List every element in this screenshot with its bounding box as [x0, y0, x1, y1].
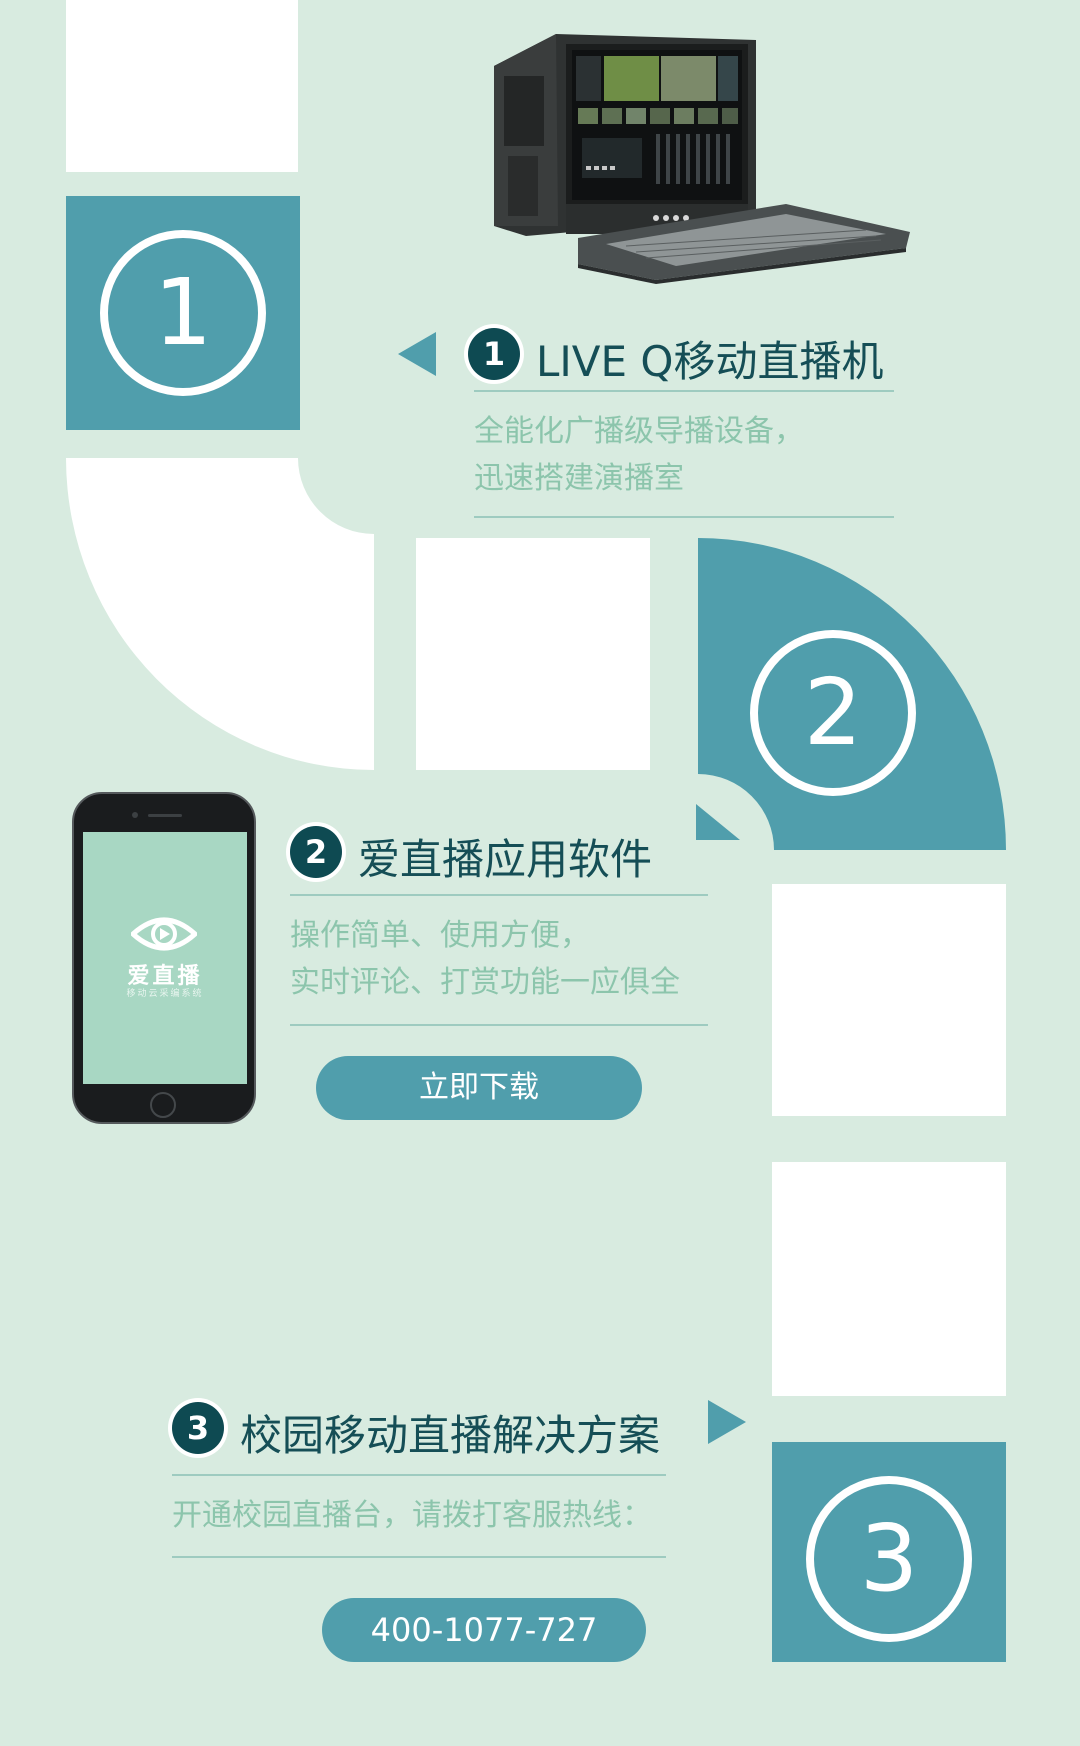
step3-title: 校园移动直播解决方案 — [240, 1411, 661, 1460]
tile-step1-marker: 1 — [66, 196, 300, 430]
tile-top-left — [66, 0, 298, 172]
step1-arrow-left-icon — [398, 332, 436, 376]
phone-mockup: 爱直播 移动云采编系统 — [72, 792, 256, 1124]
phone-home-button — [150, 1092, 176, 1118]
quarter-ring-decoration — [66, 458, 374, 770]
app-tagline: 移动云采编系统 — [126, 989, 204, 999]
step2-rule-bottom — [290, 1024, 708, 1026]
step3-rule-bottom — [172, 1556, 666, 1558]
step1-badge: 1 — [468, 328, 520, 380]
phone-screen: 爱直播 移动云采编系统 — [83, 832, 247, 1084]
live-q-device-image — [494, 34, 910, 284]
tile-step3-marker: 3 — [772, 1442, 1006, 1662]
step1-big-number: 1 — [100, 230, 266, 396]
step1-rule-bottom — [474, 516, 894, 518]
tile-right-2 — [772, 1162, 1006, 1396]
download-button[interactable]: 立即下载 — [316, 1056, 642, 1120]
tile-right-1 — [772, 884, 1006, 1116]
step1-title: LIVE Q移动直播机 — [536, 337, 884, 386]
step3-desc: 开通校园直播台，请拨打客服热线： — [172, 1498, 652, 1533]
step2-desc-line1: 操作简单、使用方便， — [290, 918, 590, 953]
tile-center — [416, 538, 650, 770]
step3-rule-top — [172, 1474, 666, 1476]
step2-badge: 2 — [290, 826, 342, 878]
step1-rule-top — [474, 390, 894, 392]
hotline-button[interactable]: 400-1077-727 — [322, 1598, 646, 1662]
step2-title: 爱直播应用软件 — [358, 835, 653, 884]
step3-arrow-right-icon — [708, 1400, 746, 1444]
step3-big-number: 3 — [806, 1476, 972, 1642]
step2-desc-line2: 实时评论、打赏功能一应俱全 — [290, 965, 680, 1000]
phone-camera — [132, 812, 138, 818]
step1-desc-line1: 全能化广播级导播设备， — [474, 414, 804, 449]
step1-desc-line2: 迅速搭建演播室 — [474, 461, 684, 496]
step2-big-number: 2 — [750, 630, 916, 796]
step3-badge: 3 — [172, 1402, 224, 1454]
phone-speaker — [148, 814, 182, 817]
eye-play-icon — [131, 917, 197, 951]
step2-rule-top — [290, 894, 708, 896]
step2-arrow-icon — [696, 804, 740, 840]
